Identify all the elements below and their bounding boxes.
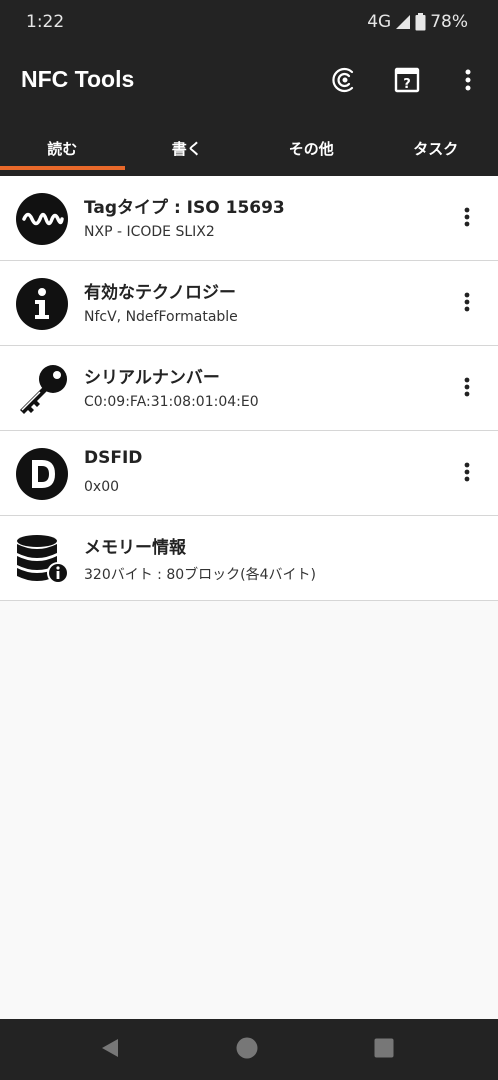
app-title: NFC Tools <box>21 66 135 92</box>
item-title: Tagタイプ : ISO 15693 <box>84 198 285 218</box>
item-menu-button[interactable] <box>452 372 482 406</box>
tab-label: 書く <box>171 139 202 158</box>
network-type: 4G <box>367 12 392 32</box>
help-icon: ? <box>394 67 420 97</box>
info-icon <box>15 277 69 331</box>
letter-d-icon <box>15 447 69 501</box>
item-title: DSFID <box>84 448 143 468</box>
database-info-icon <box>15 532 69 586</box>
item-title: メモリー情報 <box>84 538 186 558</box>
key-icon <box>15 362 69 416</box>
battery-level: 78% <box>430 12 468 32</box>
item-subtitle: 320バイト : 80ブロック(各4バイト) <box>84 567 316 583</box>
list-item-dsfid[interactable]: DSFID 0x00 <box>0 431 498 516</box>
recents-button[interactable] <box>367 1033 401 1067</box>
list-item-technologies[interactable]: 有効なテクノロジー NfcV, NdefFormatable <box>0 261 498 346</box>
status-bar: 1:22 4G 78% <box>0 0 498 44</box>
back-button[interactable] <box>93 1033 127 1067</box>
system-nav-bar <box>0 1019 498 1080</box>
status-time: 1:22 <box>26 12 65 32</box>
tab-other[interactable]: その他 <box>249 120 374 176</box>
status-indicators: 4G 78% <box>367 12 468 32</box>
tab-write[interactable]: 書く <box>125 120 250 176</box>
home-button[interactable] <box>230 1033 264 1067</box>
more-vert-icon <box>465 69 471 95</box>
tag-info-list: Tagタイプ : ISO 15693 NXP - ICODE SLIX2 有効な… <box>0 176 498 601</box>
nfc-scan-button[interactable] <box>325 62 365 102</box>
back-icon <box>99 1037 121 1063</box>
recents-icon <box>374 1038 394 1062</box>
battery-icon <box>415 13 426 31</box>
item-menu-button[interactable] <box>452 202 482 236</box>
item-subtitle: C0:09:FA:31:08:01:04:E0 <box>84 394 259 410</box>
more-vert-icon <box>464 207 470 231</box>
overflow-menu-button[interactable] <box>448 62 488 102</box>
tab-label: その他 <box>288 139 334 158</box>
app-bar: NFC Tools ? <box>0 44 498 120</box>
more-vert-icon <box>464 377 470 401</box>
help-button[interactable]: ? <box>387 62 427 102</box>
signal-icon <box>395 14 411 30</box>
item-subtitle: NfcV, NdefFormatable <box>84 309 238 325</box>
more-vert-icon <box>464 292 470 316</box>
tab-read[interactable]: 読む <box>0 120 125 176</box>
item-menu-button[interactable] <box>452 457 482 491</box>
svg-text:?: ? <box>403 77 411 92</box>
more-vert-icon <box>464 462 470 486</box>
waveform-icon <box>15 192 69 246</box>
item-subtitle: NXP - ICODE SLIX2 <box>84 224 215 240</box>
list-item-tag-type[interactable]: Tagタイプ : ISO 15693 NXP - ICODE SLIX2 <box>0 176 498 261</box>
tab-bar: 読む 書く その他 タスク <box>0 120 498 176</box>
item-menu-button[interactable] <box>452 287 482 321</box>
tab-label: 読む <box>47 139 78 158</box>
item-title: シリアルナンバー <box>84 368 220 388</box>
item-title: 有効なテクノロジー <box>84 283 236 303</box>
home-icon <box>236 1037 258 1063</box>
nfc-scan-icon <box>332 67 358 97</box>
list-item-serial-number[interactable]: シリアルナンバー C0:09:FA:31:08:01:04:E0 <box>0 346 498 431</box>
list-item-memory-info[interactable]: メモリー情報 320バイト : 80ブロック(各4バイト) <box>0 516 498 601</box>
item-subtitle: 0x00 <box>84 479 120 495</box>
tab-tasks[interactable]: タスク <box>374 120 498 176</box>
tab-label: タスク <box>413 139 459 158</box>
